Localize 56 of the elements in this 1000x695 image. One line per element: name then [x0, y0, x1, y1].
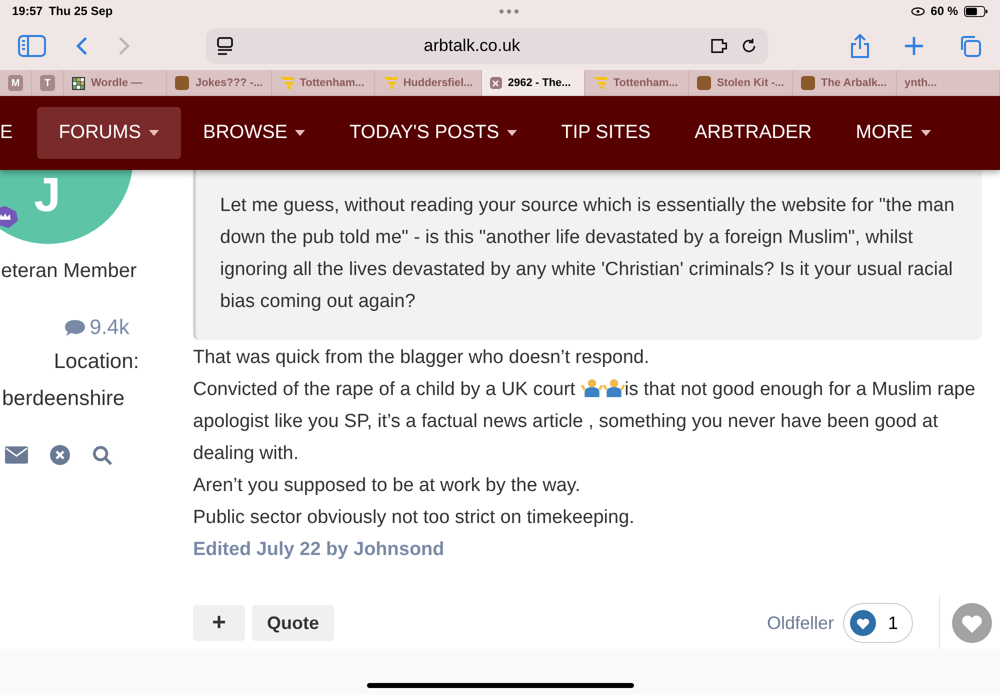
flag-icon	[280, 76, 294, 90]
new-tab-icon[interactable]	[904, 36, 924, 56]
comment-icon	[64, 318, 86, 337]
reaction-count-badge[interactable]: 1	[842, 603, 913, 643]
shrug-emoji-icon	[580, 377, 603, 399]
status-date: Thu 25 Sep	[48, 3, 113, 20]
extension-icon	[710, 38, 730, 54]
avatar-icon	[175, 76, 190, 90]
shrug-emoji-icon	[602, 377, 625, 399]
post-text: Public sector obviously not too strict on timekeeping.	[193, 506, 636, 530]
back-icon[interactable]	[76, 36, 88, 56]
quote-button[interactable]: Quote	[252, 605, 334, 641]
nav-tab[interactable]: ARBTRADER	[672, 118, 834, 148]
search-icon[interactable]	[92, 444, 113, 466]
browser-tab[interactable]: 2962 - The...	[482, 70, 586, 96]
post-count: 9.4k	[90, 315, 130, 341]
edited-note: Edited July 22 by Johnsond	[193, 538, 446, 562]
reload-icon	[740, 37, 758, 55]
privacy-icon	[910, 6, 925, 16]
post-text: Convicted of the rape of a child by a UK court is that not good enough for a Muslim rape apologist like you SP, it’s a factual news article , something you never have been good at dealing with.	[193, 376, 976, 466]
grid-icon	[72, 76, 85, 90]
close-icon	[490, 77, 502, 89]
avatar-icon	[801, 76, 816, 90]
post-text: That was quick from the blagger who doesn’t respond.	[193, 346, 650, 370]
nav-tab[interactable]: TODAY'S POSTS	[327, 118, 540, 148]
tab-letter-icon: T	[40, 75, 55, 91]
nav-tab[interactable]: FORUMS	[36, 107, 182, 159]
nav-tab[interactable]: MORE	[834, 118, 953, 148]
crown-badge-icon	[0, 204, 18, 230]
nav-tab[interactable]: TIP SITES	[539, 118, 673, 148]
flag-icon	[383, 76, 398, 90]
avatar-icon	[696, 76, 711, 90]
liked-by-name[interactable]: Oldfeller	[766, 610, 834, 636]
tabs-overview-icon[interactable]	[958, 34, 982, 58]
nav-tab[interactable]: BROWSE	[181, 118, 328, 148]
plus-button[interactable]: +	[193, 605, 245, 641]
address-bar[interactable]: arbtalk.co.uk	[206, 28, 768, 64]
avatar-letter: J	[34, 172, 61, 220]
block-icon[interactable]	[50, 445, 70, 465]
url-text: arbtalk.co.uk	[422, 35, 522, 58]
battery-percent: 60 %	[930, 3, 958, 20]
status-time: 19:57	[12, 3, 43, 20]
reader-icon	[216, 37, 234, 55]
more-dots-icon	[498, 8, 520, 14]
sidebar-toggle-icon[interactable]	[18, 35, 46, 57]
nav-tab[interactable]: E	[0, 118, 13, 148]
location-label: Location:	[54, 348, 140, 374]
share-icon[interactable]	[850, 33, 870, 59]
tab-letter-icon: M	[8, 75, 23, 91]
member-rank: eteran Member	[1, 259, 137, 284]
battery-icon	[964, 6, 988, 16]
flag-icon	[593, 76, 608, 90]
quote-text: Let me guess, without reading your source which is essentially the website for "the man down the pub told me" - is this "another life devastated by a foreign Muslim", whilst ignoring all the lives devastated by any white 'Christian' criminals? Is it your usual racial bias coming out again?	[220, 194, 956, 314]
location-value: berdeenshire	[2, 386, 125, 412]
envelope-icon[interactable]	[5, 446, 28, 464]
post-text: Aren’t you supposed to be at work by the way.	[193, 474, 582, 498]
